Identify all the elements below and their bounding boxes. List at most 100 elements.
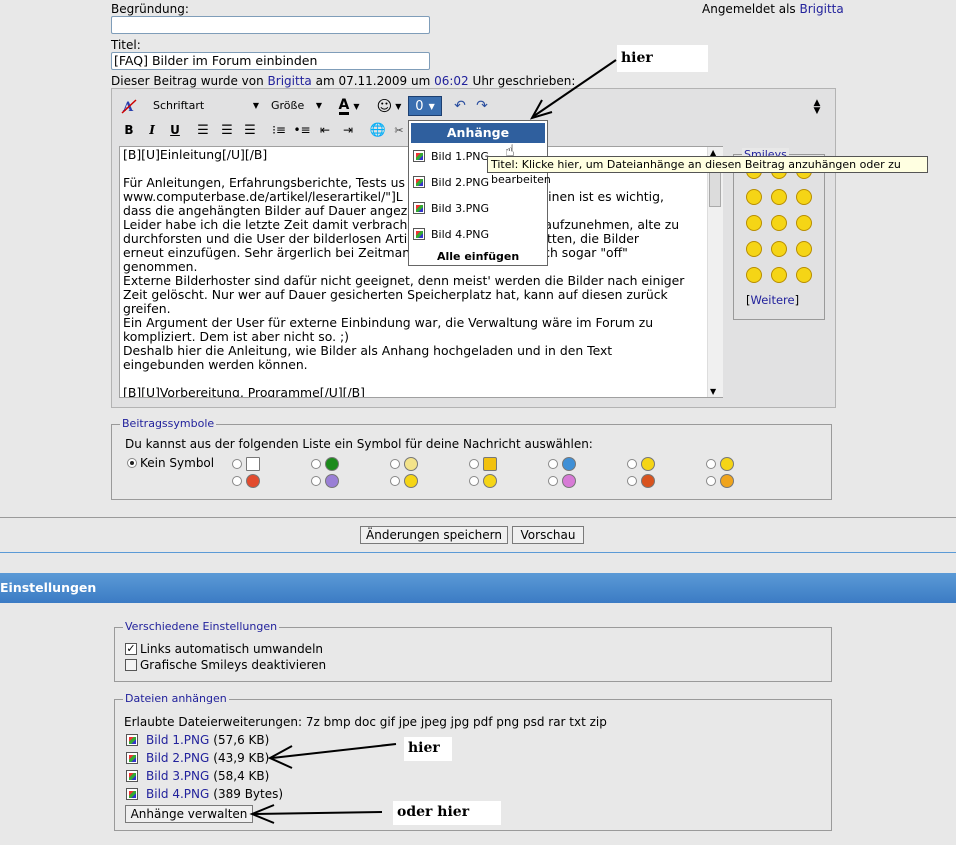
indent-icon[interactable]: ⇥ (341, 121, 355, 139)
smileys-off-option[interactable]: Grafische Smileys deaktivieren (125, 658, 326, 672)
scroll-down-icon[interactable]: ▼ (710, 387, 716, 396)
image-file-icon (413, 228, 425, 240)
ordered-list-icon[interactable]: ⁝≡ (272, 121, 286, 139)
post-icon-option[interactable] (311, 474, 339, 488)
smiley-icon[interactable] (796, 241, 812, 257)
size-select[interactable]: Größe ▼ (268, 97, 325, 115)
smiley-icon[interactable] (796, 215, 812, 231)
post-icon-option[interactable] (311, 457, 339, 471)
remove-format-icon[interactable]: A (120, 97, 138, 115)
post-icon-option[interactable] (232, 457, 260, 471)
post-icon-radio[interactable] (548, 476, 558, 486)
post-icon-radio[interactable] (706, 476, 716, 486)
menu-attachment-label: Bild 1.PNG (431, 149, 490, 163)
menu-attachment-1[interactable]: Bild 1.PNG (413, 147, 489, 165)
smiley-menu-button[interactable]: ☺ ▼ (374, 97, 404, 115)
post-icon-radio[interactable] (232, 476, 242, 486)
remove-link-icon[interactable]: ✂ (392, 121, 406, 139)
image-file-icon (126, 788, 138, 800)
menu-attachment-3[interactable]: Bild 3.PNG (413, 199, 489, 217)
smileys-more-link[interactable]: Weitere (751, 293, 795, 307)
smiley-icon[interactable] (771, 241, 787, 257)
smiley-icon[interactable] (771, 215, 787, 231)
smiley-icon[interactable] (746, 267, 762, 283)
italic-button[interactable]: I (145, 121, 159, 139)
logged-in-user-link[interactable]: Brigitta (800, 2, 844, 16)
angry-icon (246, 474, 260, 488)
smile-icon (720, 457, 734, 471)
post-info-user-link[interactable]: Brigitta (268, 74, 312, 88)
title-input[interactable]: [FAQ] Bilder im Forum einbinden (111, 52, 430, 70)
smileys-off-checkbox[interactable] (125, 659, 137, 671)
no-icon-option[interactable]: Kein Symbol (127, 456, 214, 470)
post-icon-option[interactable] (469, 457, 497, 471)
attachment-link[interactable]: Bild 2.PNG (146, 751, 209, 765)
unordered-list-icon[interactable]: •≡ (293, 121, 310, 139)
post-icon-radio[interactable] (311, 476, 321, 486)
smiley-icon[interactable] (796, 267, 812, 283)
post-icon-option[interactable] (232, 474, 260, 488)
size-select-value: Größe (271, 99, 305, 112)
resize-toggle-icon[interactable]: ▲ ▼ (810, 96, 824, 118)
post-icon-option[interactable] (627, 474, 655, 488)
font-select[interactable]: Schriftart ▼ (150, 97, 262, 115)
smiley-icon[interactable] (746, 215, 762, 231)
post-icon-radio[interactable] (469, 476, 479, 486)
post-icon-option[interactable] (390, 457, 418, 471)
redo-icon[interactable]: ↷ (474, 97, 490, 115)
post-icon-radio[interactable] (469, 459, 479, 469)
links-auto-checkbox[interactable]: ✓ (125, 643, 137, 655)
post-icon-option[interactable] (706, 474, 734, 488)
post-icon-radio[interactable] (706, 459, 716, 469)
attachment-link[interactable]: Bild 3.PNG (146, 769, 209, 783)
manage-attachments-button[interactable]: Anhänge verwalten (125, 805, 253, 823)
post-icon-radio[interactable] (627, 459, 637, 469)
undo-icon[interactable]: ↶ (452, 97, 468, 115)
menu-attachment-4[interactable]: Bild 4.PNG (413, 225, 489, 243)
align-center-icon[interactable]: ☰ (220, 121, 234, 139)
font-color-button[interactable]: A ▼ (332, 97, 366, 115)
post-icon-option[interactable] (548, 474, 576, 488)
logged-in-text: Angemeldet als (702, 2, 796, 16)
insert-link-icon[interactable]: 🌐 (370, 121, 386, 139)
post-icon-option[interactable] (390, 474, 418, 488)
post-icon-radio[interactable] (311, 459, 321, 469)
smiley-icon[interactable] (746, 241, 762, 257)
underline-button[interactable]: U (168, 121, 182, 139)
links-auto-option[interactable]: ✓ Links automatisch umwandeln (125, 642, 323, 656)
post-icon-option[interactable] (706, 457, 734, 471)
post-icon-option[interactable] (627, 457, 655, 471)
insert-all-menu-item[interactable]: Alle einfügen (437, 247, 519, 265)
smiley-icon[interactable] (796, 189, 812, 205)
smiley-icon[interactable] (746, 189, 762, 205)
attachment-link[interactable]: Bild 1.PNG (146, 733, 209, 747)
textarea-scrollbar[interactable]: ▲ ▼ (707, 147, 723, 397)
post-icon-option[interactable] (548, 457, 576, 471)
post-icon-option[interactable] (469, 474, 497, 488)
manage-attachments-menu-item[interactable]: Anhänge verwalten (411, 123, 545, 160)
post-icon-radio[interactable] (627, 476, 637, 486)
menu-attachment-2[interactable]: Bild 2.PNG (413, 173, 489, 191)
outdent-icon[interactable]: ⇤ (318, 121, 332, 139)
smiley-icon[interactable] (771, 267, 787, 283)
attachment-link[interactable]: Bild 4.PNG (146, 787, 209, 801)
no-icon-radio[interactable] (127, 458, 137, 468)
post-icon-radio[interactable] (390, 459, 400, 469)
save-changes-button[interactable]: Änderungen speichern (360, 526, 508, 544)
document-icon (246, 457, 260, 471)
reason-input[interactable] (111, 16, 430, 34)
preview-button[interactable]: Vorschau (512, 526, 584, 544)
post-info-time: 06:02 (434, 74, 469, 88)
attachment-menu-button[interactable]: 0 ▼ (408, 96, 442, 116)
post-icon-radio[interactable] (232, 459, 242, 469)
align-right-icon[interactable]: ☰ (243, 121, 257, 139)
menu-attachment-label: Bild 2.PNG (431, 175, 490, 189)
align-left-icon[interactable]: ☰ (196, 121, 210, 139)
settings-title: Einstellungen (0, 580, 97, 595)
post-icon-radio[interactable] (548, 459, 558, 469)
chevron-down-icon: ▼ (395, 101, 402, 111)
post-icon-radio[interactable] (390, 476, 400, 486)
bold-button[interactable]: B (122, 121, 136, 139)
divider (0, 552, 956, 553)
smiley-icon[interactable] (771, 189, 787, 205)
